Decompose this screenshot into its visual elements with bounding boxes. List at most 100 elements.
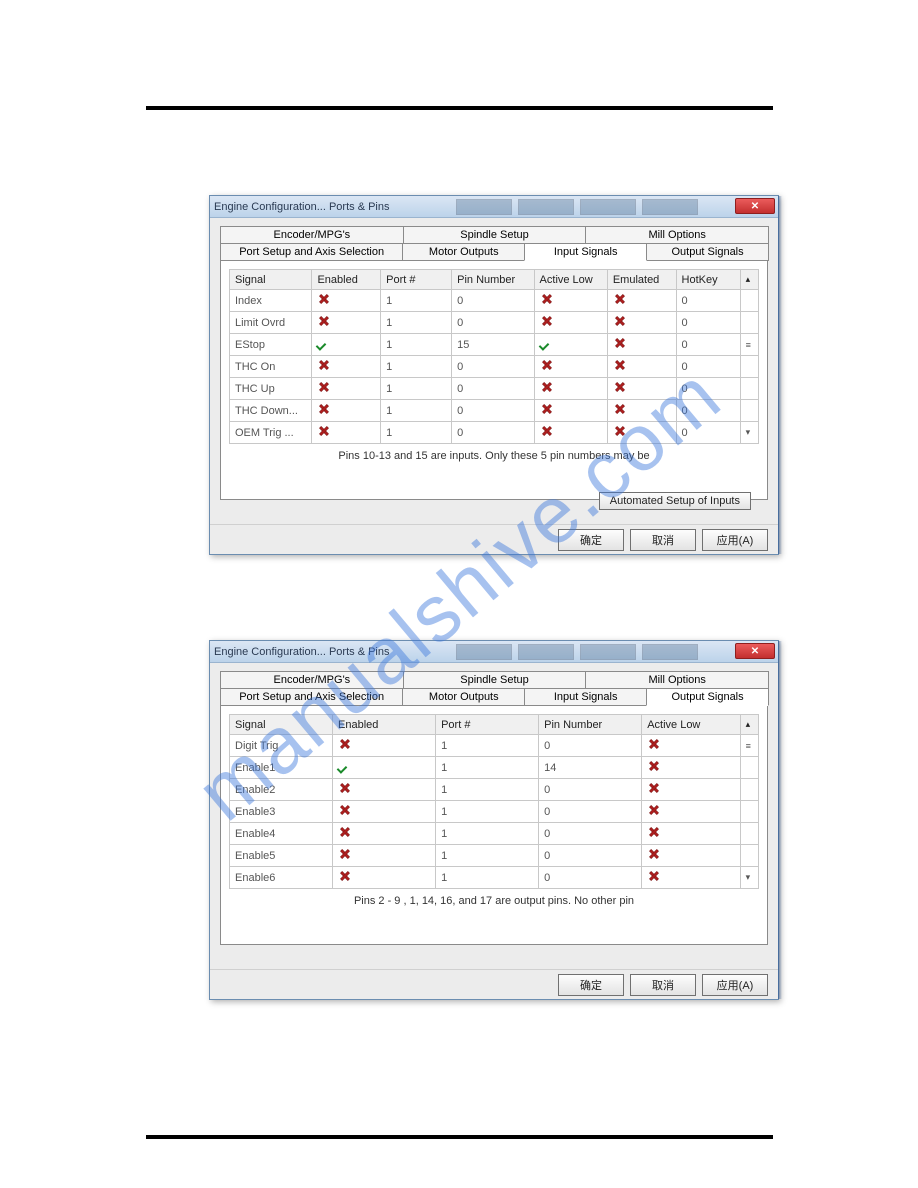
cell-active-low[interactable] (534, 312, 607, 334)
scroll-up[interactable]: ▴ (740, 270, 758, 290)
cell-active-low[interactable] (534, 334, 607, 356)
cell-pin[interactable]: 0 (452, 378, 534, 400)
cell-enabled[interactable] (333, 845, 436, 867)
col-hotkey[interactable]: HotKey (676, 270, 740, 290)
cell-signal[interactable]: Limit Ovrd (230, 312, 312, 334)
cell-emulated[interactable] (607, 334, 676, 356)
col-active-low[interactable]: Active Low (534, 270, 607, 290)
cell-active-low[interactable] (642, 867, 740, 889)
cell-active-low[interactable] (534, 400, 607, 422)
ok-button[interactable]: 确定 (558, 974, 624, 996)
table-row[interactable]: Limit Ovrd100 (230, 312, 759, 334)
cell-pin[interactable]: 0 (539, 845, 642, 867)
scrollbar[interactable] (740, 779, 758, 801)
scrollbar[interactable] (740, 757, 758, 779)
cell-signal[interactable]: Digit Trig (230, 735, 333, 757)
cell-enabled[interactable] (333, 757, 436, 779)
scrollbar[interactable]: ≡ (740, 334, 758, 356)
cell-port[interactable]: 1 (381, 422, 452, 444)
table-row[interactable]: Enable5 10 (230, 845, 759, 867)
cell-signal[interactable]: Enable2 (230, 779, 333, 801)
tab-spindle-setup[interactable]: Spindle Setup (403, 671, 587, 688)
tab-input-signals[interactable]: Input Signals (524, 688, 647, 706)
cell-hotkey[interactable]: 0 (676, 334, 740, 356)
cell-active-low[interactable] (534, 378, 607, 400)
cell-signal[interactable]: Enable5 (230, 845, 333, 867)
cell-hotkey[interactable]: 0 (676, 356, 740, 378)
scrollbar[interactable]: ≡ (740, 735, 758, 757)
scrollbar[interactable] (740, 823, 758, 845)
cell-signal[interactable]: Enable3 (230, 801, 333, 823)
cell-hotkey[interactable]: 0 (676, 400, 740, 422)
cell-port[interactable]: 1 (436, 867, 539, 889)
tab-output-signals[interactable]: Output Signals (646, 688, 769, 706)
cell-pin[interactable]: 0 (539, 735, 642, 757)
cell-pin[interactable]: 0 (452, 400, 534, 422)
cell-hotkey[interactable]: 0 (676, 312, 740, 334)
cell-signal[interactable]: Enable4 (230, 823, 333, 845)
input-signals-table[interactable]: Signal Enabled Port # Pin Number Active … (229, 269, 759, 444)
cell-enabled[interactable] (312, 422, 381, 444)
cell-hotkey[interactable]: 0 (676, 290, 740, 312)
cell-port[interactable]: 1 (436, 735, 539, 757)
output-signals-table[interactable]: Signal Enabled Port # Pin Number Active … (229, 714, 759, 889)
tab-motor-outputs[interactable]: Motor Outputs (402, 688, 525, 706)
cell-signal[interactable]: OEM Trig ... (230, 422, 312, 444)
scrollbar[interactable] (740, 400, 758, 422)
cancel-button[interactable]: 取消 (630, 974, 696, 996)
tab-mill-options[interactable]: Mill Options (585, 226, 769, 243)
cell-port[interactable]: 1 (381, 400, 452, 422)
col-port[interactable]: Port # (381, 270, 452, 290)
cell-signal[interactable]: THC Up (230, 378, 312, 400)
tab-port-setup[interactable]: Port Setup and Axis Selection (220, 688, 403, 706)
close-button[interactable]: ✕ (735, 643, 775, 659)
cell-active-low[interactable] (534, 290, 607, 312)
cell-port[interactable]: 1 (381, 378, 452, 400)
table-row[interactable]: Enable310 (230, 801, 759, 823)
apply-button[interactable]: 应用(A) (702, 529, 768, 551)
cell-active-low[interactable] (642, 757, 740, 779)
cell-active-low[interactable] (534, 422, 607, 444)
cell-signal[interactable]: THC Down... (230, 400, 312, 422)
cell-enabled[interactable] (333, 867, 436, 889)
cell-pin[interactable]: 0 (452, 312, 534, 334)
tab-encoder-mpg[interactable]: Encoder/MPG's (220, 226, 404, 243)
cell-pin[interactable]: 0 (539, 779, 642, 801)
cell-port[interactable]: 1 (381, 356, 452, 378)
table-row[interactable]: Enable410 (230, 823, 759, 845)
cell-port[interactable]: 1 (436, 757, 539, 779)
scrollbar[interactable] (740, 290, 758, 312)
col-enabled[interactable]: Enabled (333, 715, 436, 735)
table-row[interactable]: THC Up100 (230, 378, 759, 400)
tab-encoder-mpg[interactable]: Encoder/MPG's (220, 671, 404, 688)
col-pin[interactable]: Pin Number (452, 270, 534, 290)
scroll-up[interactable]: ▴ (740, 715, 758, 735)
cell-active-low[interactable] (642, 823, 740, 845)
col-active-low[interactable]: Active Low (642, 715, 740, 735)
cell-signal[interactable]: Index (230, 290, 312, 312)
tab-mill-options[interactable]: Mill Options (585, 671, 769, 688)
scrollbar[interactable]: ▾ (740, 867, 758, 889)
cell-hotkey[interactable]: 0 (676, 378, 740, 400)
cell-port[interactable]: 1 (436, 823, 539, 845)
cell-enabled[interactable] (312, 290, 381, 312)
scrollbar[interactable] (740, 356, 758, 378)
col-emulated[interactable]: Emulated (607, 270, 676, 290)
cell-pin[interactable]: 0 (539, 867, 642, 889)
cell-pin[interactable]: 0 (539, 801, 642, 823)
cell-enabled[interactable] (312, 334, 381, 356)
scrollbar[interactable] (740, 312, 758, 334)
cell-active-low[interactable] (534, 356, 607, 378)
scrollbar[interactable]: ▾ (740, 422, 758, 444)
scrollbar[interactable] (740, 845, 758, 867)
cell-port[interactable]: 1 (436, 845, 539, 867)
cell-pin[interactable]: 0 (452, 290, 534, 312)
tab-spindle-setup[interactable]: Spindle Setup (403, 226, 587, 243)
cell-signal[interactable]: Enable6 (230, 867, 333, 889)
cell-emulated[interactable] (607, 400, 676, 422)
cell-enabled[interactable] (312, 312, 381, 334)
cell-port[interactable]: 1 (381, 334, 452, 356)
cell-signal[interactable]: EStop (230, 334, 312, 356)
cell-enabled[interactable] (312, 400, 381, 422)
table-row[interactable]: THC Down...100 (230, 400, 759, 422)
